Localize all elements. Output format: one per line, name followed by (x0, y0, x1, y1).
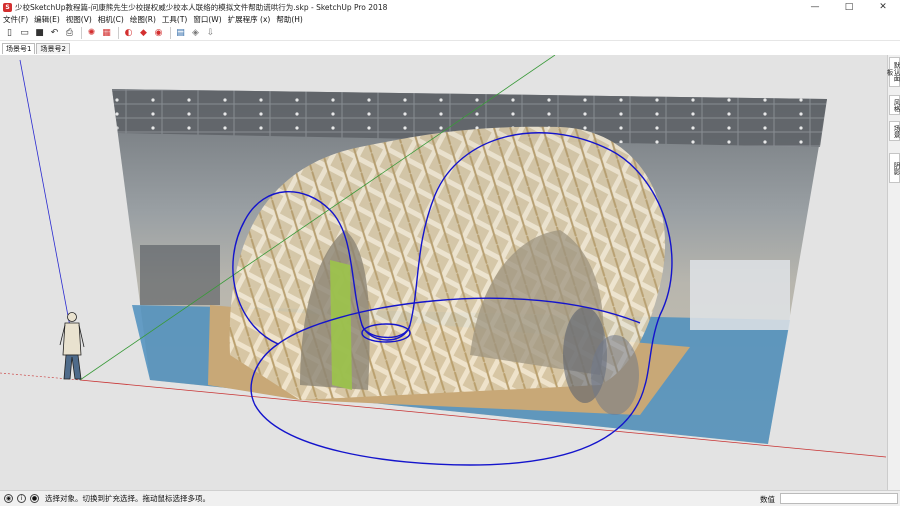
main-toolbar: ▯ ▭ ■ ↶ ⎙ ✺ ▦ ◐ ◆ ◉ ▤ ◈ ⇩ (0, 25, 900, 41)
sketchup-window: S 少校SketchUp教程篇-问康熊先生少校提权威少校本人联络的模拟文件帮助谎… (0, 0, 900, 506)
scale-figure-person[interactable] (59, 312, 85, 380)
menu-draw[interactable]: 绘图(R) (127, 14, 159, 25)
viewport-canvas (0, 55, 887, 466)
user-account-icon[interactable]: ● (30, 494, 39, 503)
warehouse-icon[interactable]: ◐ (122, 26, 135, 39)
layout-icon[interactable]: ▤ (174, 26, 187, 39)
menu-bar: 文件(F) 编辑(E) 视图(V) 相机(C) 绘图(R) 工具(T) 窗口(W… (0, 14, 900, 25)
photo-texture-face (112, 89, 827, 444)
save-icon[interactable]: ■ (33, 26, 46, 39)
toolbar-divider (170, 26, 171, 39)
title-bar: S 少校SketchUp教程篇-问康熊先生少校提权威少校本人联络的模拟文件帮助谎… (0, 0, 900, 14)
tray-tab-styles[interactable]: 风格 (889, 95, 900, 115)
measurements-label: 数值 (760, 495, 775, 504)
minimize-button[interactable]: — (798, 0, 832, 14)
window-title: 少校SketchUp教程篇-问康熊先生少校提权威少校本人联络的模拟文件帮助谎哄行… (15, 2, 388, 12)
menu-camera[interactable]: 相机(C) (95, 14, 127, 25)
camera-icon[interactable]: ◉ (152, 26, 165, 39)
section-plane-icon[interactable]: ▦ (100, 26, 113, 39)
menu-window[interactable]: 窗口(W) (190, 14, 224, 25)
sketchup-logo-icon: S (3, 2, 12, 12)
menu-tools[interactable]: 工具(T) (159, 14, 190, 25)
menu-help[interactable]: 帮助(H) (273, 14, 306, 25)
scene-tab-2[interactable]: 场景号2 (36, 43, 70, 54)
toolbar-divider (81, 26, 82, 39)
status-message: 选择对象。切换到扩充选择。拖动鼠标选择多项。 (45, 494, 210, 503)
scene-tab-1[interactable]: 场景号1 (2, 43, 36, 54)
sun-shadow-icon[interactable]: ✺ (85, 26, 98, 39)
menu-view[interactable]: 视图(V) (63, 14, 95, 25)
window-controls: — □ ✕ (798, 0, 900, 14)
extension-warehouse-icon[interactable]: ◆ (137, 26, 150, 39)
default-tray: 默认面板 风格 场景 阴影 (885, 55, 900, 490)
tray-tab-default[interactable]: 默认面板 (885, 57, 900, 87)
undo-icon[interactable]: ↶ (48, 26, 61, 39)
modeling-viewport[interactable] (0, 55, 887, 490)
export-icon[interactable]: ⇩ (204, 26, 217, 39)
measurements-input[interactable] (780, 493, 898, 504)
model-info-icon[interactable]: ◈ (189, 26, 202, 39)
maximize-button[interactable]: □ (832, 0, 866, 14)
menu-edit[interactable]: 编辑(E) (31, 14, 63, 25)
credits-icon[interactable]: i (17, 494, 26, 503)
open-folder-icon[interactable]: ▭ (18, 26, 31, 39)
toolbar-divider (118, 26, 119, 39)
menu-extensions[interactable]: 扩展程序 (x) (225, 14, 274, 25)
tray-tab-shadows[interactable]: 阴影 (889, 153, 900, 183)
close-button[interactable]: ✕ (866, 0, 900, 14)
menu-file[interactable]: 文件(F) (0, 14, 31, 25)
tray-tab-scenes[interactable]: 场景 (889, 121, 900, 141)
status-bar: ◉ i ● 选择对象。切换到扩充选择。拖动鼠标选择多项。 数值 (0, 490, 900, 506)
new-file-icon[interactable]: ▯ (3, 26, 16, 39)
print-icon[interactable]: ⎙ (63, 26, 76, 39)
geo-location-icon[interactable]: ◉ (4, 494, 13, 503)
scene-tabs: 场景号1 场景号2 (0, 42, 71, 54)
